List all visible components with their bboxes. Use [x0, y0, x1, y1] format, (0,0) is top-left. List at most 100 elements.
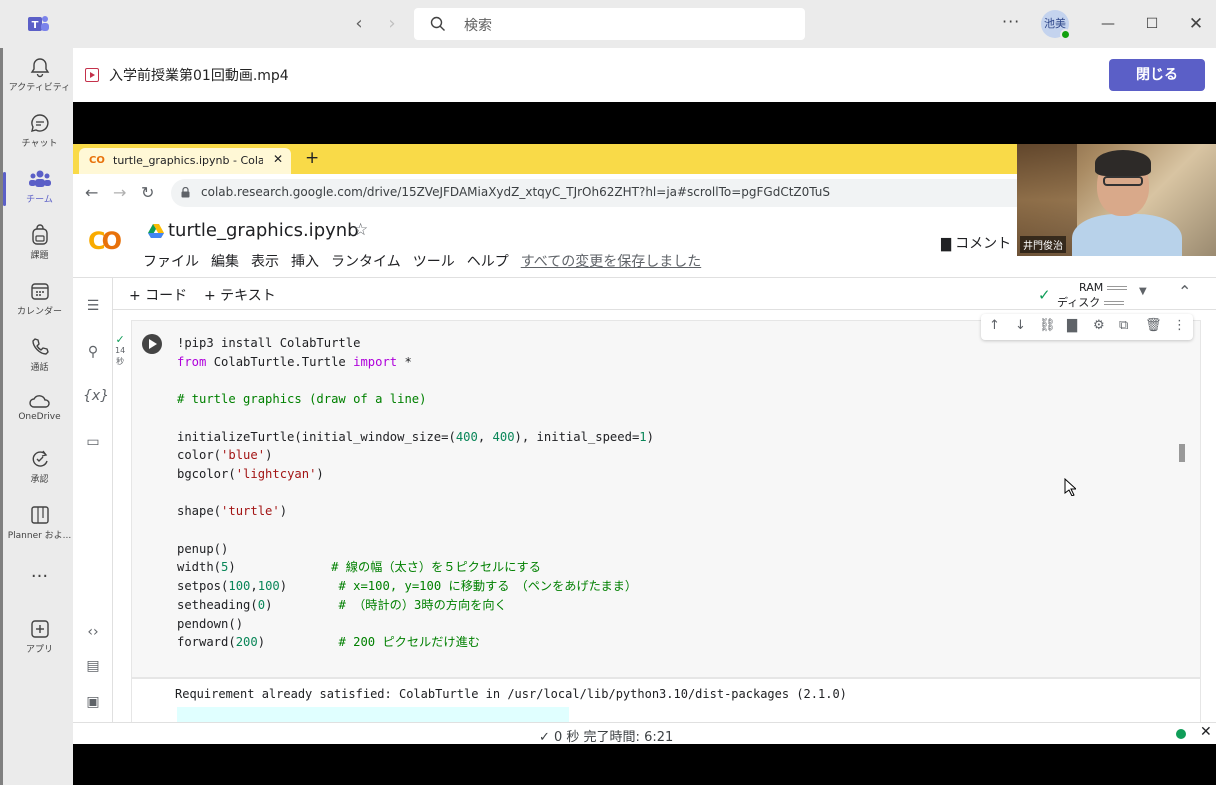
- rail-item-apps[interactable]: アプリ: [3, 618, 76, 670]
- menu-edit[interactable]: 編集: [211, 254, 239, 270]
- url-text: colab.research.google.com/drive/15ZVeJFD…: [201, 185, 830, 199]
- chevron-down-icon[interactable]: ▼: [1139, 286, 1147, 297]
- colab-status-bar: ✓ 0 秒 完了時間: 6:21 ✕: [73, 722, 1216, 745]
- address-bar[interactable]: colab.research.google.com/drive/15ZVeJFD…: [171, 179, 1031, 207]
- code-line: from ColabTurtle.Turtle import *: [177, 354, 412, 369]
- presence-available-icon: [1060, 29, 1071, 40]
- close-tab-icon[interactable]: ✕: [273, 152, 283, 166]
- rail-item-label: OneDrive: [18, 412, 61, 422]
- rail-item-label: 承認: [30, 475, 49, 485]
- rail-item-planner[interactable]: Planner およ...: [3, 504, 76, 556]
- code-snippets-icon[interactable]: ‹›: [83, 624, 103, 644]
- comment-cell-icon[interactable]: ▇: [1067, 318, 1077, 333]
- add-code-button[interactable]: + コード: [129, 285, 187, 305]
- comment-icon: ▇: [941, 237, 956, 252]
- folder-icon[interactable]: ▭: [83, 434, 103, 454]
- app-rail: アクティビティ チャット チーム 課題 カレンダー 通話 OneDrive 承認…: [0, 48, 73, 785]
- disk-gauge: [1104, 301, 1125, 305]
- rail-item-label: 課題: [30, 251, 49, 261]
- close-window-icon[interactable]: ✕: [1184, 12, 1208, 36]
- video-viewer-header: 入学前授業第01回動画.mp4 閉じる: [73, 48, 1216, 102]
- output-text: Requirement already satisfied: ColabTurt…: [175, 687, 847, 701]
- rail-item-calendar[interactable]: カレンダー: [3, 280, 76, 332]
- new-tab-icon[interactable]: +: [305, 148, 319, 168]
- star-icon[interactable]: ☆: [353, 220, 368, 240]
- editor-scrollbar[interactable]: [1179, 444, 1185, 462]
- svg-text:T: T: [32, 20, 39, 31]
- move-down-icon[interactable]: ↓: [1015, 318, 1026, 333]
- notebook-title[interactable]: turtle_graphics.ipynb: [168, 220, 359, 241]
- code-line: penup(): [177, 541, 229, 556]
- menu-help[interactable]: ヘルプ: [467, 254, 509, 270]
- table-of-contents-icon[interactable]: ☰: [83, 298, 103, 318]
- search-icon[interactable]: ⚲: [83, 344, 103, 364]
- rail-item-teams[interactable]: チーム: [3, 168, 76, 220]
- resource-monitor[interactable]: RAM ディスク: [1057, 281, 1128, 310]
- rail-item-activity[interactable]: アクティビティ: [3, 56, 76, 108]
- comment-button[interactable]: ▇ コメント: [941, 233, 1011, 253]
- code-line: forward(200) # 200 ピクセルだけ進む: [177, 635, 480, 650]
- add-text-button[interactable]: + テキスト: [204, 285, 276, 305]
- run-cell-button[interactable]: [142, 334, 162, 354]
- more-apps-icon[interactable]: ···: [3, 566, 76, 618]
- variables-icon[interactable]: {x}: [83, 388, 109, 408]
- minimize-icon[interactable]: —: [1096, 12, 1120, 36]
- browser-tab[interactable]: CO turtle_graphics.ipynb - Colabora ✕: [79, 148, 291, 174]
- colab-toolbar: + コード + テキスト ✓ RAM ディスク ▼ ⌃: [73, 278, 1216, 310]
- code-editor[interactable]: !pip3 install ColabTurtle from ColabTurt…: [177, 334, 654, 652]
- disk-label: ディスク: [1057, 296, 1101, 309]
- browser-back-icon[interactable]: ←: [85, 183, 98, 202]
- search-input[interactable]: 検索: [414, 8, 805, 40]
- more-vert-icon[interactable]: ⋮: [1173, 318, 1186, 333]
- command-palette-icon[interactable]: ▤: [83, 658, 103, 678]
- add-app-icon: [30, 620, 49, 638]
- close-status-icon[interactable]: ✕: [1200, 724, 1212, 740]
- rail-item-onedrive[interactable]: OneDrive: [3, 392, 76, 444]
- menu-view[interactable]: 表示: [251, 254, 279, 270]
- mirror-cell-icon[interactable]: ⧉: [1119, 318, 1128, 333]
- link-icon[interactable]: ⛓: [1039, 318, 1056, 333]
- save-status[interactable]: すべての変更を保存しました: [521, 254, 701, 270]
- lock-icon: [181, 187, 190, 198]
- rail-item-label: 通話: [30, 363, 49, 373]
- connected-check-icon: ✓: [1038, 286, 1051, 304]
- rail-item-label: チャット: [21, 139, 58, 149]
- video-player[interactable]: CO turtle_graphics.ipynb - Colabora ✕ + …: [73, 102, 1216, 785]
- back-arrow-icon[interactable]: ‹: [347, 12, 371, 36]
- teams-logo-icon[interactable]: T: [26, 12, 50, 36]
- code-line: initializeTurtle(initial_window_size=(40…: [177, 429, 654, 444]
- chat-icon: [30, 114, 49, 132]
- mouse-cursor-icon: [1064, 478, 1076, 496]
- menu-tools[interactable]: ツール: [413, 254, 455, 270]
- rail-item-label: カレンダー: [16, 307, 62, 317]
- menu-insert[interactable]: 挿入: [291, 254, 319, 270]
- avatar[interactable]: 池美: [1041, 10, 1071, 40]
- more-options-icon[interactable]: ···: [1002, 12, 1020, 31]
- avatar-initials: 池美: [1044, 17, 1066, 30]
- browser-forward-icon[interactable]: →: [113, 183, 126, 202]
- menu-file[interactable]: ファイル: [143, 254, 199, 270]
- rail-item-calls[interactable]: 通話: [3, 336, 76, 388]
- comment-label: コメント: [955, 236, 1012, 252]
- forward-arrow-icon[interactable]: ›: [380, 12, 404, 36]
- rail-item-assignments[interactable]: 課題: [3, 224, 76, 276]
- delete-trash-icon[interactable]: 🗑: [1145, 318, 1162, 333]
- menu-runtime[interactable]: ランタイム: [331, 254, 401, 270]
- search-icon: [430, 16, 445, 31]
- code-line: shape('turtle'): [177, 504, 288, 519]
- move-up-icon[interactable]: ↑: [989, 318, 1000, 333]
- rail-item-approvals[interactable]: 承認: [3, 448, 76, 500]
- collapse-header-icon[interactable]: ⌃: [1178, 282, 1191, 301]
- reload-icon[interactable]: ↻: [141, 183, 154, 202]
- close-button[interactable]: 閉じる: [1109, 59, 1205, 91]
- execution-status: ✓ 0 秒 完了時間: 6:21: [539, 730, 674, 745]
- exec-seconds: 14: [115, 346, 126, 355]
- maximize-icon[interactable]: ☐: [1140, 12, 1164, 36]
- webcam-tile: 井門俊治: [1017, 144, 1216, 256]
- settings-gear-icon[interactable]: ⚙: [1093, 318, 1105, 333]
- rail-item-chat[interactable]: チャット: [3, 112, 76, 164]
- colab-logo-icon[interactable]: CO: [88, 227, 122, 255]
- terminal-icon[interactable]: ▣: [83, 694, 103, 714]
- teams-title-bar: T ‹ › 検索 ··· 池美 — ☐ ✕: [0, 0, 1216, 48]
- video-file-title: 入学前授業第01回動画.mp4: [109, 68, 289, 84]
